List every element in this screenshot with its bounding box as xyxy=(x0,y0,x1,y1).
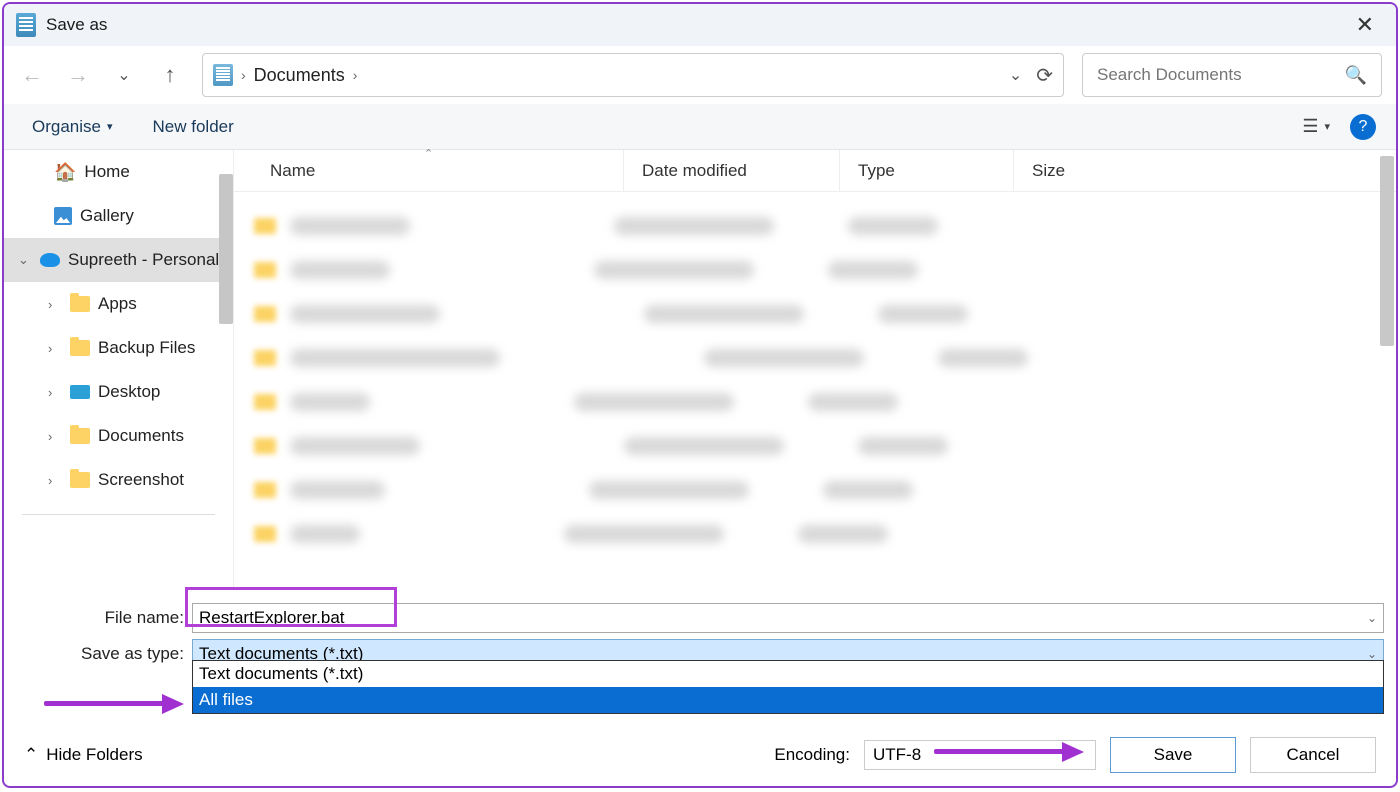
file-rows-blurred xyxy=(234,192,1396,568)
column-name[interactable]: ⌃ Name xyxy=(234,150,624,191)
column-size[interactable]: Size xyxy=(1014,150,1396,191)
search-box[interactable]: 🔍 xyxy=(1082,53,1382,97)
divider xyxy=(22,514,215,515)
chevron-down-icon: ▾ xyxy=(1324,120,1330,133)
location-icon xyxy=(213,64,233,86)
filename-row: File name: RestartExplorer.bat ⌄ xyxy=(4,600,1396,636)
chevron-right-icon[interactable]: › xyxy=(48,385,62,400)
window-title: Save as xyxy=(46,15,107,35)
savetype-option-all[interactable]: All files xyxy=(193,687,1383,713)
list-view-icon: ☰ xyxy=(1302,116,1318,137)
search-input[interactable] xyxy=(1097,65,1345,85)
address-bar[interactable]: › Documents › ⌄ ⟳ xyxy=(202,53,1064,97)
new-folder-button[interactable]: New folder xyxy=(145,113,242,141)
folder-icon xyxy=(70,296,90,312)
chevron-right-icon[interactable]: › xyxy=(48,429,62,444)
save-as-dialog: Save as ✕ ← → ⌄ ↑ › Documents › ⌄ ⟳ 🔍 Or… xyxy=(2,2,1398,788)
scrollbar-thumb[interactable] xyxy=(219,174,233,324)
cancel-button[interactable]: Cancel xyxy=(1250,737,1376,773)
chevron-right-icon[interactable]: › xyxy=(241,67,246,83)
save-button[interactable]: Save xyxy=(1110,737,1236,773)
chevron-down-icon[interactable]: ⌄ xyxy=(18,252,32,268)
recent-down-icon[interactable]: ⌄ xyxy=(110,61,138,89)
tree-item-gallery[interactable]: Gallery xyxy=(4,194,233,238)
tree-item-onedrive[interactable]: ⌄ Supreeth - Personal xyxy=(4,238,233,282)
chevron-up-icon: ⌃ xyxy=(24,745,38,765)
notepad-icon xyxy=(16,13,36,37)
organise-button[interactable]: Organise ▾ xyxy=(24,113,121,141)
filename-label: File name: xyxy=(16,608,192,628)
gallery-icon xyxy=(54,207,72,225)
navigation-tree: 🏠 Home Gallery ⌄ Supreeth - Personal › A… xyxy=(4,150,234,590)
column-type[interactable]: Type xyxy=(840,150,1014,191)
savetype-option-txt[interactable]: Text documents (*.txt) xyxy=(193,661,1383,687)
breadcrumb-item[interactable]: Documents xyxy=(254,65,345,86)
back-icon[interactable]: ← xyxy=(18,61,46,89)
titlebar: Save as ✕ xyxy=(4,4,1396,46)
desktop-icon xyxy=(70,385,90,399)
tree-item-screenshot[interactable]: › Screenshot xyxy=(4,458,233,502)
column-headers: ⌃ Name Date modified Type Size xyxy=(234,150,1396,192)
folder-icon xyxy=(70,428,90,444)
onedrive-icon xyxy=(40,253,60,267)
home-icon: 🏠 xyxy=(54,162,76,183)
toolbar: Organise ▾ New folder ☰ ▾ ? xyxy=(4,104,1396,150)
savetype-label: Save as type: xyxy=(16,644,192,664)
sort-asc-icon: ⌃ xyxy=(424,147,433,160)
tree-item-backup[interactable]: › Backup Files xyxy=(4,326,233,370)
encoding-select[interactable]: UTF-8 xyxy=(864,740,1096,770)
navigation-bar: ← → ⌄ ↑ › Documents › ⌄ ⟳ 🔍 xyxy=(4,46,1396,104)
chevron-right-icon[interactable]: › xyxy=(48,473,62,488)
chevron-down-icon[interactable]: ⌄ xyxy=(1009,65,1022,85)
scrollbar-thumb[interactable] xyxy=(1380,156,1394,346)
annotation-arrow xyxy=(44,692,194,716)
tree-item-documents[interactable]: › Documents xyxy=(4,414,233,458)
folder-icon xyxy=(70,340,90,356)
file-list: ⌃ Name Date modified Type Size xyxy=(234,150,1396,590)
savetype-dropdown: Text documents (*.txt) All files xyxy=(192,660,1384,714)
chevron-down-icon: ▾ xyxy=(107,120,113,133)
help-icon[interactable]: ? xyxy=(1350,114,1376,140)
scrollbar[interactable] xyxy=(1380,156,1394,584)
up-icon[interactable]: ↑ xyxy=(156,61,184,89)
chevron-down-icon[interactable]: ⌄ xyxy=(1367,611,1377,625)
refresh-icon[interactable]: ⟳ xyxy=(1036,63,1053,88)
search-icon[interactable]: 🔍 xyxy=(1345,65,1367,86)
encoding-label: Encoding: xyxy=(774,745,850,765)
tree-item-home[interactable]: 🏠 Home xyxy=(4,150,233,194)
hide-folders-button[interactable]: ⌃ Hide Folders xyxy=(24,745,143,765)
form-area: File name: RestartExplorer.bat ⌄ Save as… xyxy=(4,590,1396,672)
tree-item-desktop[interactable]: › Desktop xyxy=(4,370,233,414)
forward-icon[interactable]: → xyxy=(64,61,92,89)
chevron-right-icon[interactable]: › xyxy=(48,341,62,356)
footer: ⌃ Hide Folders Encoding: UTF-8 Save Canc… xyxy=(4,732,1396,778)
view-options-button[interactable]: ☰ ▾ xyxy=(1302,116,1330,137)
filename-input[interactable]: RestartExplorer.bat ⌄ xyxy=(192,603,1384,633)
chevron-right-icon[interactable]: › xyxy=(48,297,62,312)
folder-icon xyxy=(70,472,90,488)
chevron-down-icon[interactable]: ⌄ xyxy=(1367,647,1377,661)
close-icon[interactable]: ✕ xyxy=(1346,8,1384,42)
column-date[interactable]: Date modified xyxy=(624,150,840,191)
main-area: 🏠 Home Gallery ⌄ Supreeth - Personal › A… xyxy=(4,150,1396,590)
chevron-right-icon[interactable]: › xyxy=(353,67,358,83)
tree-item-apps[interactable]: › Apps xyxy=(4,282,233,326)
